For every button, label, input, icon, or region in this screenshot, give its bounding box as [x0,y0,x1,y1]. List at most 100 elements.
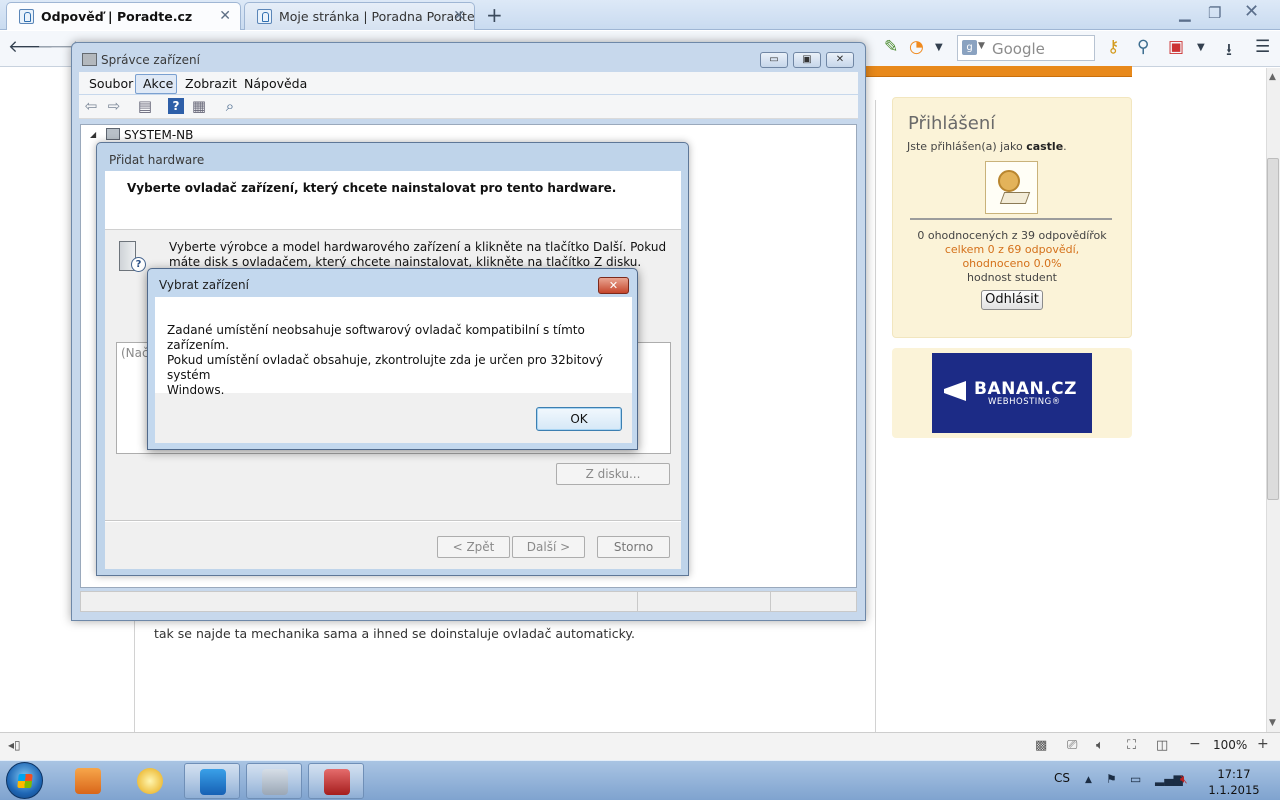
taskbar-app-yellow[interactable] [122,763,178,799]
poradte-favicon-icon [19,9,34,24]
tray-expand-icon[interactable]: ▲ [1085,775,1092,785]
taskbar-maxthon[interactable] [184,763,240,799]
menu-icon[interactable]: ☰ [1255,37,1270,57]
addon-dropdown-icon[interactable]: ▼ [1197,42,1205,53]
help-icon[interactable]: ? [168,98,184,114]
window-minimize-icon[interactable]: ▁ [1179,4,1191,22]
feed-dropdown-icon[interactable]: ▼ [935,42,943,53]
next-button[interactable]: Další > [512,536,585,558]
avatar-disk-icon [998,170,1020,192]
fullscreen-icon[interactable]: ⛶ [1127,738,1136,753]
google-icon: g [962,40,977,55]
taskbar-device-manager[interactable] [246,763,302,799]
taskbar-add-hardware[interactable] [308,763,364,799]
username[interactable]: castle [1026,140,1063,153]
rss-feed-icon[interactable]: ◔ [909,37,924,57]
dialog-close-button[interactable]: ✕ [598,277,629,294]
wizard-separator [105,520,681,522]
search-placeholder: Google [992,40,1045,58]
total-count: celkem 0 z 69 odpovědí, [944,243,1080,256]
wizard-heading: Vyberte ovladač zařízení, který chcete n… [127,181,617,195]
sidebar-toggle-icon[interactable]: ◂▯ [8,738,21,752]
flower-app-icon [137,768,163,794]
addon-red-icon[interactable]: ▣ [1168,37,1184,57]
question-mark-icon: ? [131,257,146,272]
new-tab-button[interactable]: + [486,3,503,27]
menu-akce[interactable]: Akce [143,76,173,91]
hardware-help-icon: ? [117,241,146,273]
banan-ad-banner[interactable]: BANAN.CZ WEBHOSTING® [932,353,1092,433]
properties-list-icon[interactable]: ▤ [137,98,153,114]
network-signal-icon[interactable]: ▂▄▆ [1155,772,1183,786]
device-manager-task-icon [262,769,288,795]
zoom-level: 100% [1213,738,1248,752]
language-indicator[interactable]: CS [1054,771,1070,785]
tree-expand-icon[interactable]: ◢ [90,130,96,139]
volume-muted-icon[interactable]: 🔇︎ [1180,772,1188,787]
tab-moje-stranka[interactable]: Moje stránka | Poradna Poradte.cz ✕ [244,2,475,30]
layout-icon[interactable]: ◫ [1156,738,1168,753]
dm-maximize-button[interactable]: ▣ [793,52,821,68]
person-search-icon[interactable]: ⚲ [1137,37,1149,57]
key-icon[interactable]: ⚷ [1107,37,1119,57]
poradte-favicon-icon [257,9,272,24]
cancel-button[interactable]: Storno [597,536,670,558]
scroll-up-icon[interactable]: ▲ [1269,72,1276,82]
ok-button[interactable]: OK [536,407,622,431]
start-button[interactable] [6,762,43,799]
from-disk-button[interactable]: Z disku... [556,463,670,485]
zoom-out-icon[interactable]: − [1189,736,1201,752]
menu-zobrazit[interactable]: Zobrazit [185,76,237,91]
status-separator [770,592,771,611]
scroll-down-icon[interactable]: ▼ [1269,718,1276,728]
dm-close-button[interactable]: ✕ [826,52,854,68]
details-icon[interactable]: ▦ [191,98,207,114]
chevron-down-icon[interactable]: ▼ [978,41,985,51]
answer-text: tak se najde ta mechanika sama a ihned s… [154,626,636,641]
download-icon[interactable]: ⭳ [1226,37,1232,66]
site-nav-strip [864,66,1132,77]
user-avatar[interactable] [985,161,1038,214]
dm-status-bar [80,591,857,612]
taskbar-media-player[interactable] [60,763,116,799]
tab-odpoved[interactable]: Odpověď | Poradte.cz ✕ [6,2,241,30]
rated-percent: ohodnoceno 0.0% [962,257,1062,270]
system-clock[interactable]: 17:17 1.1.2015 [1208,766,1260,798]
login-title: Přihlášení [908,113,996,134]
screenshot-icon[interactable]: ⎚ [1067,738,1077,753]
banan-logo-icon [944,381,966,401]
menu-napoveda[interactable]: Nápověda [244,76,307,91]
error-message: Zadané umístění neobsahuje softwarový ov… [167,323,622,398]
error-line-2: Pokud umístění ovladač obsahuje, zkontro… [167,353,603,382]
scan-hardware-icon[interactable]: ⌕ [222,98,238,114]
user-rank: hodnost student [967,271,1057,284]
model-list-placeholder: (Nač [121,346,149,360]
tree-root-node[interactable]: SYSTEM-NB [124,128,193,142]
tab-close-icon[interactable]: ✕ [453,8,465,24]
menu-soubor[interactable]: Soubor [89,76,133,91]
addon-pin-icon[interactable]: ✎ [884,37,898,57]
error-line-1: Zadané umístění neobsahuje softwarový ov… [167,323,585,352]
power-icon[interactable]: ▭ [1130,772,1141,786]
back-icon[interactable]: ⇦ [83,98,99,114]
dm-minimize-button[interactable]: ▭ [760,52,788,68]
action-center-flag-icon[interactable]: ⚑ [1106,772,1117,786]
ad-brand: BANAN.CZ [974,379,1077,399]
scrollbar-thumb[interactable] [1267,158,1279,500]
tab-label: Moje stránka | Poradna Poradte.cz [279,9,475,24]
back-button[interactable]: < Zpět [437,536,510,558]
forward-icon[interactable]: ⇨ [106,98,122,114]
zoom-in-icon[interactable]: + [1257,736,1269,752]
clock-time: 17:17 [1217,767,1251,781]
window-restore-icon[interactable]: ❐ [1208,4,1221,22]
volume-icon[interactable]: 🔈︎ [1096,738,1104,753]
window-close-icon[interactable]: ✕ [1244,1,1259,22]
search-input[interactable]: g ▼ Google [957,35,1095,61]
browser-status-bar [0,732,1280,760]
media-player-icon [75,768,101,794]
logout-button[interactable]: Odhlásit [981,290,1043,310]
performance-icon[interactable]: ▩ [1035,738,1047,753]
tab-close-icon[interactable]: ✕ [219,8,231,24]
device-manager-icon [82,53,97,66]
avatar-book-icon [999,192,1031,204]
